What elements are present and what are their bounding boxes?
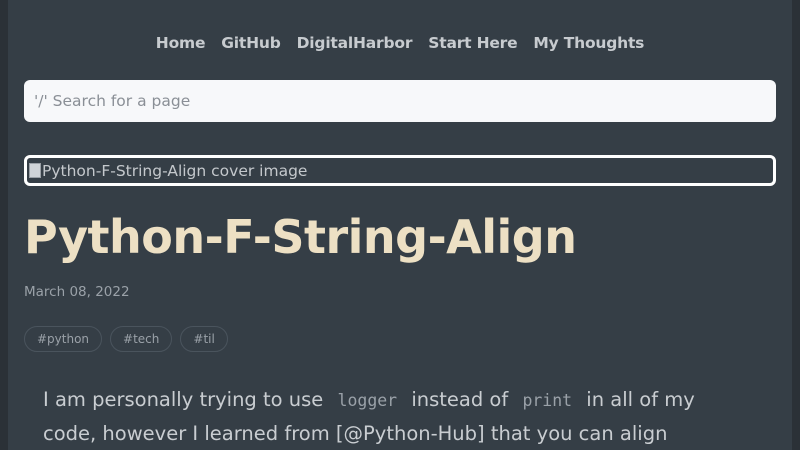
post-date: March 08, 2022	[24, 284, 130, 300]
inline-code-logger: logger	[337, 391, 398, 410]
tag-python[interactable]: #python	[24, 326, 103, 352]
cover-image-alt-text: Python-F-String-Align cover image	[42, 161, 308, 180]
body-text-part: instead of	[405, 388, 515, 411]
search-input[interactable]	[24, 80, 776, 122]
cover-image: Python-F-String-Align cover image	[24, 155, 776, 186]
nav-github-link[interactable]: GitHub	[221, 34, 281, 52]
nav-my-thoughts-link[interactable]: My Thoughts	[533, 34, 644, 52]
nav-start-here-link[interactable]: Start Here	[428, 34, 517, 52]
post-body-paragraph: I am personally trying to use logger ins…	[43, 383, 743, 450]
body-text-part: I am personally trying to use	[43, 388, 330, 411]
tag-til[interactable]: #til	[180, 326, 228, 352]
tag-tech[interactable]: #tech	[110, 326, 173, 352]
inline-code-print: print	[522, 391, 573, 410]
top-nav: Home GitHub DigitalHarbor Start Here My …	[8, 34, 792, 52]
broken-image-icon	[29, 163, 41, 178]
nav-home-link[interactable]: Home	[156, 34, 206, 52]
page-container: Home GitHub DigitalHarbor Start Here My …	[8, 0, 792, 450]
page-title: Python-F-String-Align	[24, 210, 577, 264]
nav-digitalharbor-link[interactable]: DigitalHarbor	[297, 34, 413, 52]
tag-list: #python #tech #til	[24, 326, 228, 352]
